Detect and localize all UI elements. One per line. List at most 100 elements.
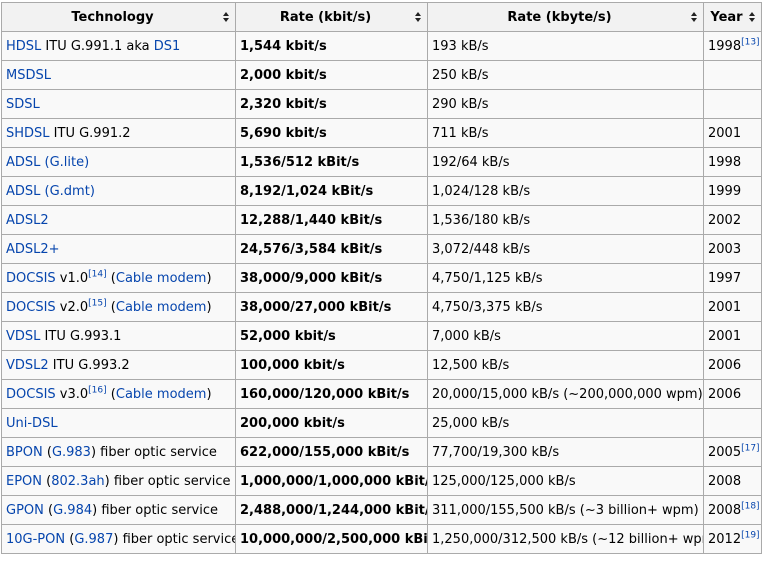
cell-year: [703, 408, 762, 438]
column-header-year[interactable]: Year: [703, 2, 762, 32]
reference-link[interactable]: [18]: [741, 501, 759, 511]
year-value: 2006: [708, 386, 742, 402]
technology-link[interactable]: DOCSIS: [6, 300, 56, 315]
technology-link[interactable]: 802.3ah: [51, 474, 104, 489]
table-row: Uni-DSL 200,000 kbit/s 25,000 kB/s: [1, 408, 762, 438]
cell-technology: VDSL2 ITU G.993.2: [1, 350, 236, 380]
sort-icon[interactable]: [691, 12, 698, 22]
technology-text: (: [106, 299, 116, 315]
reference-link[interactable]: [13]: [741, 37, 759, 47]
technology-link[interactable]: ADSL2+: [6, 242, 60, 257]
technology-link[interactable]: G.987: [74, 532, 113, 547]
cell-rate-kbyte: 77,700/19,300 kB/s: [427, 437, 704, 467]
cell-year: 2001: [703, 321, 762, 351]
reference-link[interactable]: [19]: [741, 530, 759, 540]
year-value: 2001: [708, 328, 742, 344]
cell-technology: DOCSIS v3.0[16] (Cable modem): [1, 379, 236, 409]
column-header-rate-kbit[interactable]: Rate (kbit/s): [235, 2, 428, 32]
cell-technology: ADSL2: [1, 205, 236, 235]
year-value: 2001: [708, 299, 742, 315]
data-rates-table: Technology Rate (kbit/s) Rate (kbyte/s) …: [1, 2, 762, 554]
technology-text: (: [106, 270, 116, 286]
year-value: 1997: [708, 270, 742, 286]
technology-link[interactable]: HDSL: [6, 39, 41, 54]
cell-rate-kbit: 52,000 kbit/s: [235, 321, 428, 351]
cell-rate-kbyte: 20,000/15,000 kB/s (~200,000,000 wpm): [427, 379, 704, 409]
cell-technology: DOCSIS v2.0[15] (Cable modem): [1, 292, 236, 322]
cell-technology: VDSL ITU G.993.1: [1, 321, 236, 351]
technology-link[interactable]: MSDSL: [6, 68, 51, 83]
cell-rate-kbit: 160,000/120,000 kBit/s: [235, 379, 428, 409]
cell-technology: BPON (G.983) fiber optic service: [1, 437, 236, 467]
cell-year: 2002: [703, 205, 762, 235]
table-row: SDSL 2,320 kbit/s 290 kB/s: [1, 89, 762, 119]
cell-year: 2003: [703, 234, 762, 264]
technology-link[interactable]: DS1: [154, 39, 181, 54]
technology-link[interactable]: ADSL (G.dmt): [6, 184, 95, 199]
cell-rate-kbyte: 3,072/448 kB/s: [427, 234, 704, 264]
cell-year: 2001: [703, 292, 762, 322]
year-value: 2002: [708, 212, 742, 228]
year-value: 2012: [708, 531, 742, 547]
cell-rate-kbyte: 1,536/180 kB/s: [427, 205, 704, 235]
reference-link[interactable]: [17]: [741, 443, 759, 453]
technology-link[interactable]: BPON: [6, 445, 43, 460]
reference-link[interactable]: [15]: [88, 298, 106, 308]
technology-text: v2.0: [55, 299, 89, 315]
year-value: 2001: [708, 125, 742, 141]
cell-year: 2012[19]: [703, 524, 762, 554]
column-header-rate-kbyte[interactable]: Rate (kbyte/s): [427, 2, 704, 32]
column-header-label: Rate (kbit/s): [279, 9, 372, 25]
technology-link[interactable]: 10G-PON: [6, 532, 65, 547]
technology-link[interactable]: DOCSIS: [6, 387, 56, 402]
reference-link[interactable]: [14]: [88, 269, 106, 279]
technology-text: ): [206, 386, 212, 402]
technology-link[interactable]: SHDSL: [6, 126, 50, 141]
technology-text: ) fiber optic service: [92, 502, 219, 518]
technology-link[interactable]: G.984: [53, 503, 92, 518]
year-value: 2008: [708, 473, 742, 489]
technology-link[interactable]: Cable modem: [116, 387, 207, 402]
cell-year: 2001: [703, 118, 762, 148]
technology-text: v3.0: [55, 386, 89, 402]
cell-rate-kbit: 12,288/1,440 kBit/s: [235, 205, 428, 235]
technology-link[interactable]: EPON: [6, 474, 42, 489]
table-row: ADSL (G.dmt) 8,192/1,024 kBit/s 1,024/128 …: [1, 176, 762, 206]
cell-rate-kbit: 38,000/27,000 kBit/s: [235, 292, 428, 322]
cell-rate-kbyte: 290 kB/s: [427, 89, 704, 119]
technology-text: ): [206, 299, 212, 315]
sort-icon[interactable]: [415, 12, 422, 22]
cell-year: [703, 89, 762, 119]
year-value: 1998: [708, 38, 742, 54]
cell-technology: 10G-PON (G.987) fiber optic service: [1, 524, 236, 554]
cell-rate-kbyte: 25,000 kB/s: [427, 408, 704, 438]
cell-rate-kbyte: 125,000/125,000 kB/s: [427, 466, 704, 496]
cell-rate-kbit: 200,000 kbit/s: [235, 408, 428, 438]
cell-rate-kbyte: 1,024/128 kB/s: [427, 176, 704, 206]
year-value: 1998: [708, 154, 742, 170]
column-header-technology[interactable]: Technology: [1, 2, 236, 32]
technology-link[interactable]: VDSL2: [6, 358, 49, 373]
technology-link[interactable]: ADSL (G.lite): [6, 155, 89, 170]
technology-link[interactable]: DOCSIS: [6, 271, 56, 286]
sort-icon[interactable]: [749, 12, 756, 22]
cell-year: 1998: [703, 147, 762, 177]
cell-rate-kbyte: 7,000 kB/s: [427, 321, 704, 351]
cell-rate-kbit: 10,000,000/2,500,000 kBit/s: [235, 524, 428, 554]
technology-link[interactable]: Cable modem: [116, 300, 207, 315]
technology-link[interactable]: G.983: [52, 445, 91, 460]
technology-link[interactable]: ADSL2: [6, 213, 49, 228]
technology-link[interactable]: SDSL: [6, 97, 40, 112]
cell-rate-kbit: 24,576/3,584 kBit/s: [235, 234, 428, 264]
technology-link[interactable]: VDSL: [6, 329, 40, 344]
technology-text: ITU G.991.1 aka: [41, 38, 154, 54]
column-header-label: Rate (kbyte/s): [507, 9, 612, 25]
technology-link[interactable]: GPON: [6, 503, 44, 518]
technology-link[interactable]: Uni-DSL: [6, 416, 58, 431]
technology-link[interactable]: Cable modem: [116, 271, 207, 286]
reference-link[interactable]: [16]: [88, 385, 106, 395]
technology-text: ) fiber optic service: [104, 473, 231, 489]
sort-icon[interactable]: [223, 12, 230, 22]
cell-rate-kbyte: 311,000/155,500 kB/s (~3 billion+ wpm): [427, 495, 704, 525]
cell-technology: ADSL2+: [1, 234, 236, 264]
